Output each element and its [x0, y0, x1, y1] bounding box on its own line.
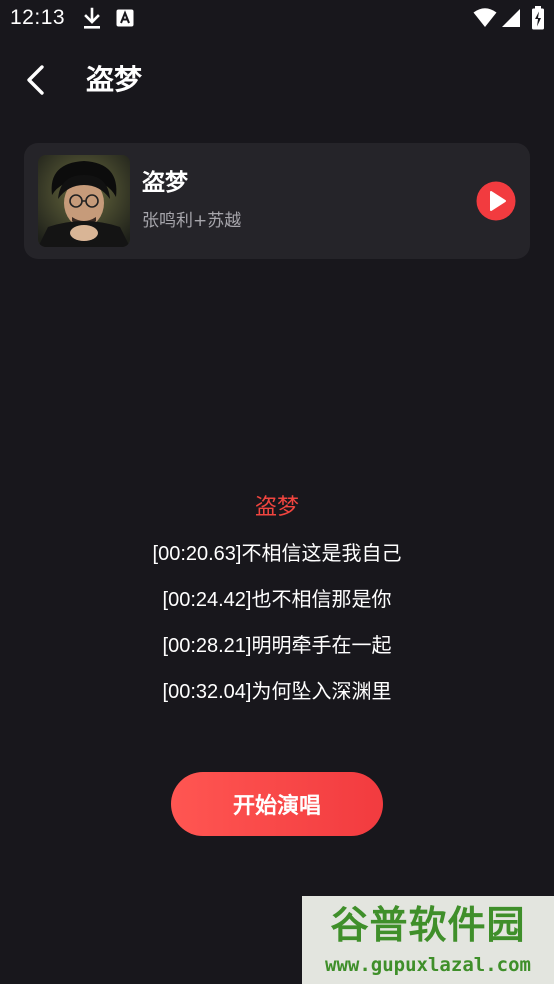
lyric-line: [00:28.21]明明牵手在一起 [162, 635, 392, 657]
wifi-icon [473, 8, 497, 27]
battery-charging-icon [532, 6, 544, 30]
lyric-line: [00:20.63]不相信这是我自己 [152, 543, 402, 565]
song-card[interactable]: 盗梦 张鸣利+苏越 [24, 143, 530, 259]
lyric-line: [00:32.04]为何坠入深渊里 [162, 681, 392, 703]
album-cover [38, 155, 130, 247]
lyric-line: [00:24.42]也不相信那是你 [162, 589, 392, 611]
status-bar: 12:13 [0, 0, 554, 36]
lyrics-panel: 盗梦 [00:20.63]不相信这是我自己 [00:24.42]也不相信那是你 … [0, 490, 554, 720]
play-button[interactable] [476, 181, 516, 221]
page-title: 盗梦 [86, 63, 143, 96]
lyrics-title: 盗梦 [254, 495, 299, 520]
album-cover-portrait [38, 155, 130, 247]
watermark-url: www.gupuxlazal.com [325, 954, 531, 976]
watermark-brand: 谷普软件园 [330, 903, 526, 947]
signal-icon [502, 9, 520, 27]
start-singing-button[interactable]: 开始演唱 [171, 772, 383, 836]
back-button[interactable] [18, 62, 54, 98]
song-title: 盗梦 [142, 170, 188, 196]
watermark: 谷普软件园 www.gupuxlazal.com [302, 896, 554, 984]
status-time: 12:13 [10, 6, 66, 29]
song-artist: 张鸣利+苏越 [142, 211, 242, 231]
font-a-icon [116, 9, 134, 27]
download-icon [84, 7, 100, 29]
